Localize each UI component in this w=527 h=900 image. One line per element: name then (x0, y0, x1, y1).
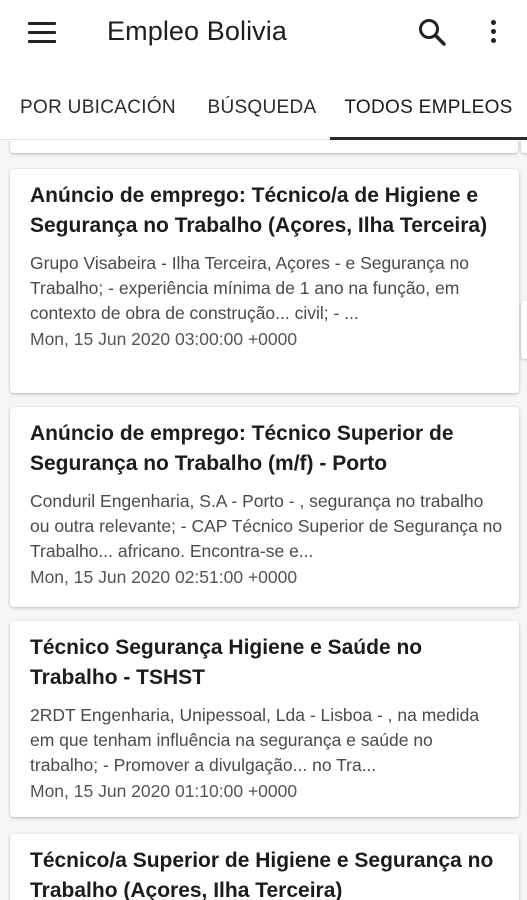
job-card[interactable]: Técnico Segurança Higiene e Saúde no Tra… (10, 621, 519, 817)
job-title: Anúncio de emprego: Técnico/a de Higiene… (30, 184, 488, 237)
job-date: Mon, 15 Jun 2020 01:10:00 +0000 (30, 781, 298, 801)
job-description: 2RDT Engenharia, Unipessoal, Lda - Lisbo… (30, 705, 480, 775)
adjacent-page-edge (521, 301, 527, 359)
job-card[interactable]: Anúncio de emprego: Técnico Superior de … (10, 407, 519, 607)
job-card[interactable]: Anúncio de emprego: Técnico/a de Higiene… (10, 169, 519, 393)
job-description: Grupo Visabeira - Ilha Terceira, Açores … (30, 253, 470, 323)
job-title: Técnico Segurança Higiene e Saúde no Tra… (30, 636, 423, 689)
job-date: Mon, 15 Jun 2020 02:51:00 +0000 (30, 567, 298, 587)
app-title: Empleo Bolivia (107, 16, 287, 46)
job-description: Conduril Engenharia, S.A - Porto - , seg… (30, 491, 503, 561)
tab-todos-empleos[interactable]: TODOS EMPLEOS (330, 78, 527, 140)
app-bar: Empleo Bolivia (0, 0, 527, 72)
job-title: Anúncio de emprego: Técnico Superior de … (30, 422, 454, 475)
menu-icon[interactable] (22, 18, 62, 50)
job-title: Técnico/a Superior de Higiene e Seguranç… (30, 849, 494, 900)
job-date: Mon, 15 Jun 2020 03:00:00 +0000 (30, 329, 298, 349)
tab-por-ubicacion[interactable]: POR UBICACIÓN (0, 78, 196, 140)
job-list[interactable]: Anúncio de emprego: Técnico/a de Higiene… (0, 141, 527, 900)
tab-bar: POR UBICACIÓN BÚSQUEDA TODOS EMPLEOS (0, 78, 527, 140)
active-tab-indicator (330, 137, 527, 140)
job-card[interactable]: Técnico/a Superior de Higiene e Seguranç… (10, 834, 519, 900)
search-icon[interactable] (414, 14, 450, 50)
more-vert-icon[interactable] (478, 14, 508, 50)
adjacent-page-edge (521, 141, 527, 153)
tab-busqueda[interactable]: BÚSQUEDA (196, 78, 328, 140)
previous-job-card[interactable] (10, 141, 518, 153)
